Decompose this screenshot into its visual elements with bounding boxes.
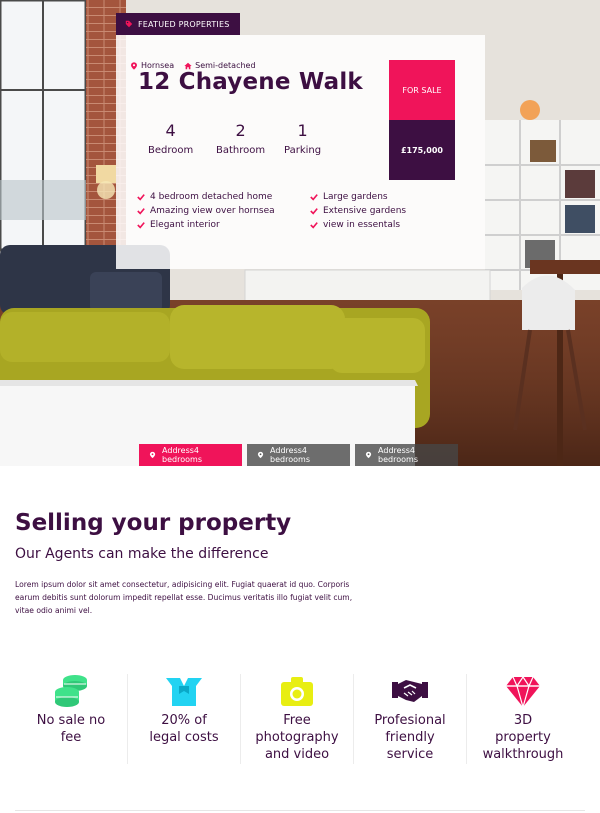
feature-text: Amazing view over hornsea [150, 206, 275, 216]
service-label: No sale no fee [15, 712, 127, 746]
address-tabs: Address4 bedrooms Address4 bedrooms Addr… [139, 444, 458, 466]
stat-bathroom: 2 Bathroom [216, 121, 265, 156]
service-line: property [495, 730, 551, 745]
feature-item: Extensive gardens [310, 206, 406, 216]
feature-item: 4 bedroom detached home [137, 192, 272, 202]
map-pin-icon [131, 61, 137, 70]
map-pin-icon [365, 451, 372, 459]
map-pin-icon [149, 451, 156, 459]
coins-icon [55, 675, 87, 707]
service-line: service [386, 747, 434, 762]
service-photography: Free photography and video [241, 672, 353, 764]
check-icon [310, 222, 318, 229]
selling-title: Selling your property [15, 510, 292, 536]
feature-text: Large gardens [323, 192, 388, 202]
service-legal-costs: 20% of legal costs [128, 672, 240, 764]
featured-properties-tag: FEATUED PROPERTIES [116, 13, 240, 35]
service-line: and video [264, 747, 330, 762]
check-icon [137, 194, 145, 201]
camera-icon [281, 677, 313, 706]
address-tab-3[interactable]: Address4 bedrooms [355, 444, 458, 466]
service-line: fee [60, 730, 82, 745]
service-line: No sale no [36, 713, 106, 728]
check-icon [137, 208, 145, 215]
for-sale-badge: FOR SALE [389, 60, 455, 120]
section-divider [15, 810, 585, 811]
service-label: 3D property walkthrough [467, 712, 579, 763]
feature-text: Extensive gardens [323, 206, 407, 216]
selling-subtitle: Our Agents can make the difference [15, 546, 269, 562]
stat-value: 4 [165, 121, 176, 140]
feature-item: view in essentals [310, 220, 400, 230]
service-friendly: Profesional friendly service [354, 672, 466, 764]
service-line: photography [255, 730, 339, 745]
diamond-icon [506, 675, 540, 708]
address-tab-label: Address4 bedrooms [162, 446, 202, 464]
stat-label: Bathroom [216, 145, 266, 156]
featured-properties-label: FEATUED PROPERTIES [138, 19, 230, 29]
stat-value: 1 [297, 121, 308, 140]
service-line: 3D [513, 713, 533, 728]
check-icon [310, 208, 318, 215]
map-pin-icon [257, 451, 264, 459]
check-icon [310, 194, 318, 201]
stat-value: 2 [235, 121, 246, 140]
stat-label: Parking [284, 145, 322, 156]
feature-text: 4 bedroom detached home [150, 192, 273, 202]
service-line: 20% of [161, 713, 207, 728]
price-badge: £175,000 [389, 120, 455, 180]
feature-text: view in essentals [323, 220, 401, 230]
service-line: friendly [385, 730, 435, 745]
service-line: legal costs [149, 730, 219, 745]
service-3d-walkthrough: 3D property walkthrough [467, 672, 579, 764]
tag-icon [125, 20, 133, 28]
selling-body: Lorem ipsum dolor sit amet consectetur, … [15, 580, 353, 615]
service-no-sale-no-fee: No sale no fee [15, 672, 127, 764]
services-row: No sale no fee 20% of legal costs Free p… [15, 672, 585, 764]
feature-item: Large gardens [310, 192, 388, 202]
stat-parking: 1 Parking [284, 121, 321, 156]
service-line: Free [283, 713, 311, 728]
feature-text: Elegant interior [150, 220, 220, 230]
stat-label: Bedroom [148, 145, 194, 156]
address-tab-label: Address4 bedrooms [378, 446, 418, 464]
handshake-icon [392, 680, 428, 702]
address-tab-2[interactable]: Address4 bedrooms [247, 444, 350, 466]
service-line: Profesional [374, 713, 446, 728]
service-line: walkthrough [482, 747, 564, 762]
feature-item: Elegant interior [137, 220, 220, 230]
property-title: 12 Chayene Walk [138, 69, 363, 95]
service-label: 20% of legal costs [128, 712, 240, 746]
address-tab-1[interactable]: Address4 bedrooms [139, 444, 242, 466]
service-label: Profesional friendly service [354, 712, 466, 763]
stat-bedroom: 4 Bedroom [148, 121, 193, 156]
open-box-icon [166, 678, 202, 706]
hero-section: FEATUED PROPERTIES Hornsea Semi-detached… [0, 0, 600, 466]
check-icon [137, 222, 145, 229]
address-tab-label: Address4 bedrooms [270, 446, 310, 464]
service-label: Free photography and video [241, 712, 353, 763]
feature-item: Amazing view over hornsea [137, 206, 275, 216]
